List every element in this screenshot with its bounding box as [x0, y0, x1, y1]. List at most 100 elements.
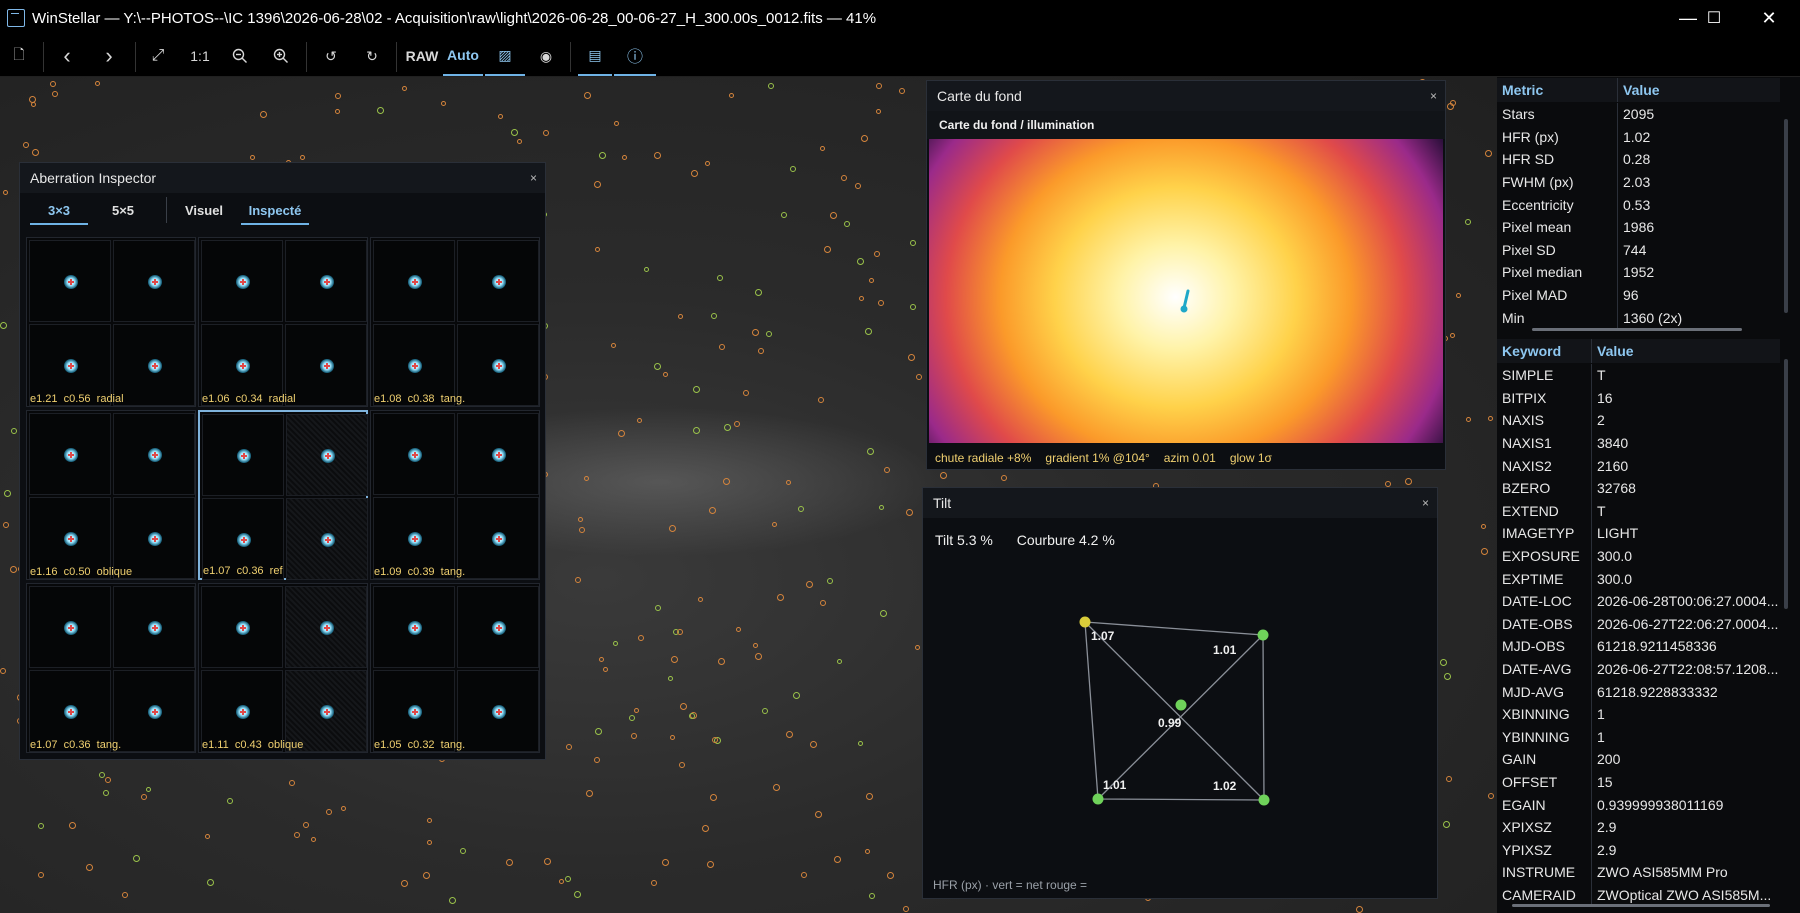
fit-to-window-icon[interactable]: ⤢ [143, 36, 173, 76]
aberration-cell[interactable]: e1.07 c0.36 tang. [26, 583, 196, 753]
aberration-cell[interactable]: e1.11 c0.43 oblique [198, 583, 368, 753]
histogram-icon[interactable]: ▨ [485, 36, 525, 76]
metric-column-header[interactable]: Metric [1497, 82, 1617, 98]
header-value-column-header[interactable]: Value [1591, 339, 1780, 363]
aberration-cell[interactable]: e1.06 c0.34 radial [198, 237, 368, 407]
detected-star-marker [887, 872, 894, 879]
aberration-grid: e1.21 c0.56 radial e1.06 c0.34 radial e1.0… [26, 237, 552, 755]
aberration-cell[interactable]: e1.21 c0.56 radial [26, 237, 196, 407]
detected-star-marker [1488, 416, 1493, 421]
fits-header-row[interactable]: EXTEND T [1497, 499, 1780, 523]
eye-icon[interactable]: ◉ [531, 36, 561, 76]
fits-header-row[interactable]: INSTRUME ZWO ASI585MM Pro [1497, 861, 1780, 884]
metrics-hscrollbar[interactable] [1532, 328, 1742, 331]
centroid-marker [152, 536, 158, 542]
background-map-close-icon[interactable]: × [1430, 89, 1437, 103]
tab-inspecte[interactable]: Inspecté [241, 197, 309, 225]
zoom-one-to-one-button[interactable]: 1:1 [184, 36, 216, 76]
fits-value: 16 [1591, 386, 1780, 410]
tab-5x5[interactable]: 5×5 [88, 197, 158, 223]
fits-header-row[interactable]: DATE-AVG 2026-06-27T22:08:57.1208... [1497, 657, 1780, 681]
aberration-cell[interactable]: e1.05 c0.32 tang. [370, 583, 540, 753]
forward-arrow-icon[interactable]: › [94, 36, 124, 76]
detected-star-marker [861, 135, 868, 142]
back-arrow-icon[interactable]: ‹ [52, 36, 82, 76]
detected-star-marker [801, 872, 807, 878]
fits-header-row[interactable]: NAXIS1 3840 [1497, 431, 1780, 455]
star-thumbnail [286, 498, 368, 580]
tilt-close-icon[interactable]: × [1422, 496, 1429, 510]
metrics-vscrollbar[interactable] [1784, 119, 1788, 313]
fits-header-row[interactable]: NAXIS2 2160 [1497, 454, 1780, 477]
fits-keyword: XBINNING [1502, 706, 1570, 723]
aberration-close-icon[interactable]: × [530, 171, 537, 185]
fits-header-row[interactable]: XBINNING 1 [1497, 703, 1780, 726]
header-vscrollbar[interactable] [1784, 359, 1788, 609]
metric-row[interactable]: Stars 2095 [1497, 103, 1780, 126]
aberration-cell[interactable]: e1.09 c0.39 tang. [370, 410, 540, 580]
fits-header-row[interactable]: BZERO 32768 [1497, 477, 1780, 500]
aberration-cell[interactable]: e1.08 c0.38 tang. [370, 237, 540, 407]
metric-row[interactable]: HFR (px) 1.02 [1497, 125, 1780, 149]
fits-header-row[interactable]: MJD-OBS 61218.9211458336 [1497, 635, 1780, 658]
fits-header-row[interactable]: DATE-LOC 2026-06-28T00:06:27.0004... [1497, 590, 1780, 613]
fits-header-row[interactable]: YBINNING 1 [1497, 725, 1780, 749]
fits-header-row[interactable]: YPIXSZ 2.9 [1497, 838, 1780, 862]
metric-row[interactable]: HFR SD 0.28 [1497, 148, 1780, 171]
fits-header-row[interactable]: EXPTIME 300.0 [1497, 567, 1780, 590]
info-icon[interactable]: ⓘ [614, 36, 656, 76]
fits-header-row[interactable]: EGAIN 0.939999938011169 [1497, 793, 1780, 816]
detected-star-marker [1440, 659, 1447, 666]
metric-row[interactable]: Pixel median 1952 [1497, 261, 1780, 284]
aberration-cell[interactable]: e1.07 c0.36 ref [198, 410, 368, 580]
maximize-button[interactable]: ☐ [1686, 0, 1742, 36]
rotate-right-icon[interactable]: ↻ [357, 36, 387, 76]
fits-header-row[interactable]: SIMPLE T [1497, 364, 1780, 387]
fits-header-row[interactable]: XPIXSZ 2.9 [1497, 816, 1780, 839]
tilt-legend: HFR (px) · vert = net rouge = [933, 878, 1088, 892]
zoom-out-icon[interactable] [225, 36, 255, 76]
report-icon[interactable]: ▤ [578, 36, 612, 76]
detected-star-marker [820, 146, 825, 151]
fits-header-row[interactable]: GAIN 200 [1497, 748, 1780, 771]
metric-row[interactable]: Min 1360 (2x) [1497, 306, 1780, 329]
metric-row[interactable]: Pixel MAD 96 [1497, 283, 1780, 307]
detected-star-marker [401, 880, 408, 887]
header-hscrollbar[interactable] [1512, 904, 1770, 907]
metric-row[interactable]: Pixel SD 744 [1497, 238, 1780, 262]
aberration-cell[interactable]: e1.16 c0.50 oblique [26, 410, 196, 580]
detected-star-marker [753, 643, 758, 648]
keyword-column-header[interactable]: Keyword [1497, 343, 1591, 359]
fits-header-row[interactable]: DATE-OBS 2026-06-27T22:06:27.0004... [1497, 612, 1780, 636]
metric-row[interactable]: FWHM (px) 2.03 [1497, 170, 1780, 194]
fits-header-row[interactable]: OFFSET 15 [1497, 770, 1780, 794]
fits-header-row[interactable]: MJD-AVG 61218.9228833332 [1497, 680, 1780, 703]
fits-header-row[interactable]: CAMERAID ZWOptical ZWO ASI585M... [1497, 883, 1780, 907]
close-button[interactable]: ✕ [1741, 0, 1797, 36]
detected-star-marker [1466, 417, 1471, 422]
fits-header-row[interactable]: BITPIX 16 [1497, 386, 1780, 410]
detected-star-marker [743, 390, 749, 396]
metric-value: 2095 [1617, 103, 1780, 126]
detected-star-marker [50, 81, 56, 87]
window-title: WinStellar — Y:\--PHOTOS--\IC 1396\2026-… [32, 9, 877, 27]
fits-header-row[interactable]: NAXIS 2 [1497, 409, 1780, 432]
new-file-icon[interactable]: 🗋 [4, 36, 34, 76]
tab-3x3[interactable]: 3×3 [30, 197, 88, 225]
fits-header-row[interactable]: IMAGETYP LIGHT [1497, 522, 1780, 545]
detected-star-marker [579, 527, 585, 533]
auto-stretch-button[interactable]: Auto [443, 36, 483, 76]
rotate-left-icon[interactable]: ↺ [316, 36, 346, 76]
tab-visuel[interactable]: Visuel [175, 197, 233, 223]
metric-row[interactable]: Pixel mean 1986 [1497, 216, 1780, 239]
metric-row[interactable]: Eccentricity 0.53 [1497, 193, 1780, 216]
zoom-in-icon[interactable] [266, 36, 296, 76]
detected-star-marker [884, 467, 890, 473]
fits-keyword: DATE-LOC [1502, 593, 1572, 610]
fits-header-row[interactable]: EXPOSURE 300.0 [1497, 544, 1780, 568]
detected-star-marker [631, 733, 637, 739]
value-column-header[interactable]: Value [1617, 78, 1780, 102]
fits-keyword: MJD-AVG [1502, 683, 1564, 700]
raw-button[interactable]: RAW [403, 36, 441, 76]
detected-star-marker [878, 300, 884, 306]
